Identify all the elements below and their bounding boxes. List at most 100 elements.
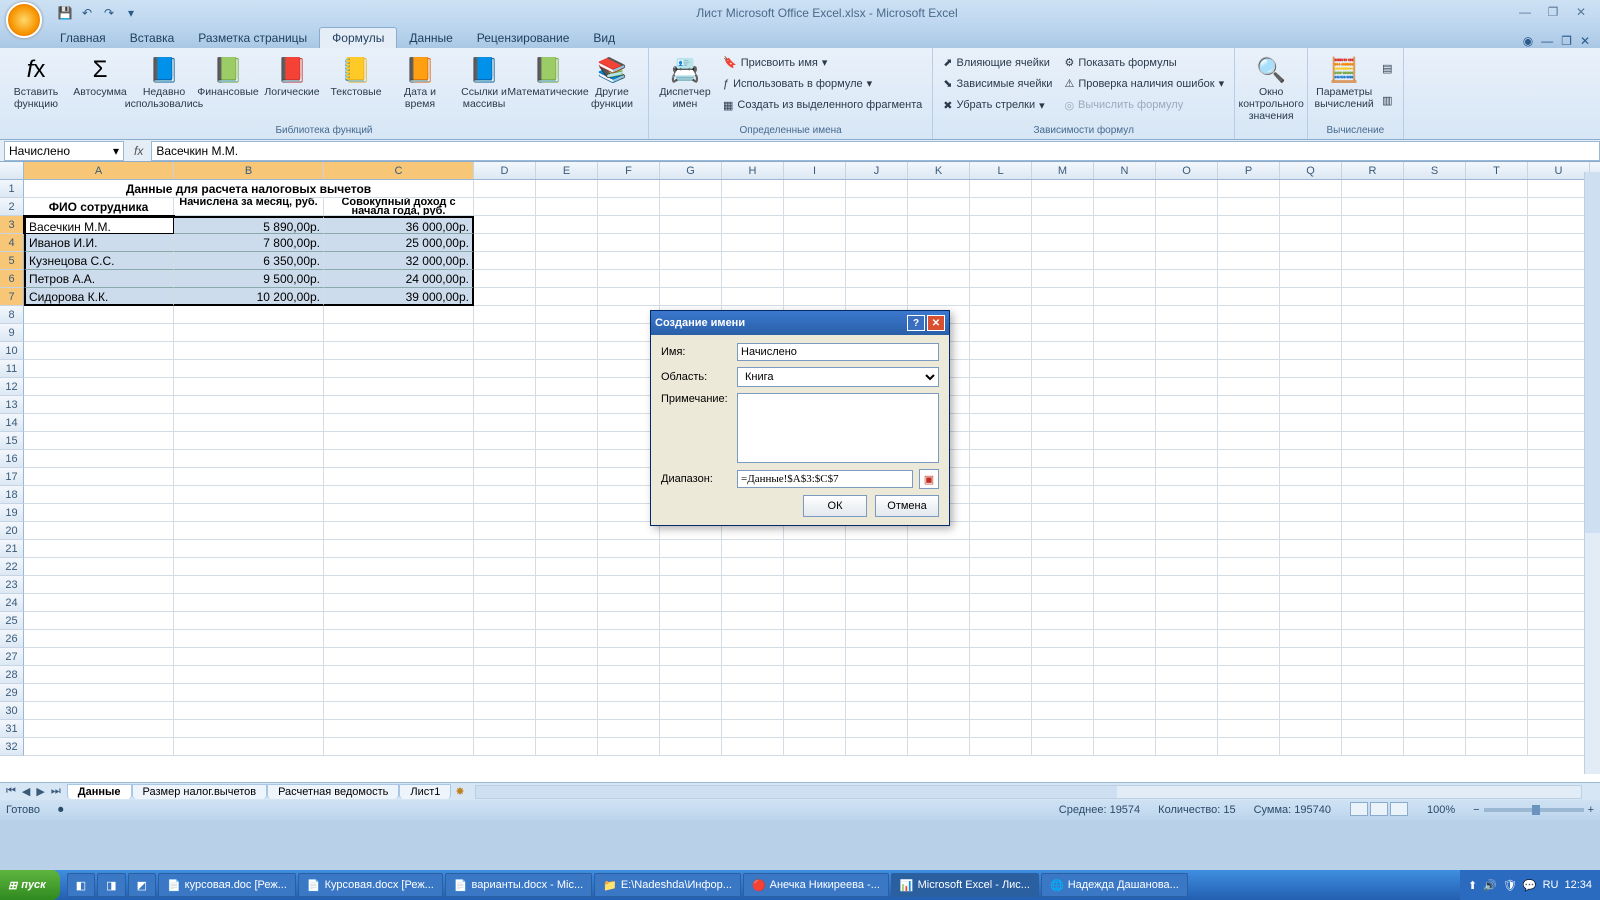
- cell[interactable]: [1404, 504, 1466, 522]
- cell[interactable]: [1218, 432, 1280, 450]
- cell[interactable]: [1218, 396, 1280, 414]
- row-header[interactable]: 5: [0, 252, 24, 270]
- cell[interactable]: [24, 630, 174, 648]
- cell[interactable]: [536, 540, 598, 558]
- cell[interactable]: [660, 252, 722, 270]
- cell[interactable]: [970, 684, 1032, 702]
- row-header[interactable]: 25: [0, 612, 24, 630]
- sheet-prev-icon[interactable]: ◀: [20, 785, 32, 798]
- cell[interactable]: [1528, 576, 1590, 594]
- calc-sheet-button[interactable]: ▥: [1378, 93, 1396, 108]
- cell[interactable]: [1032, 198, 1094, 216]
- cell[interactable]: [1466, 684, 1528, 702]
- cell[interactable]: [1218, 234, 1280, 252]
- cell[interactable]: [474, 342, 536, 360]
- row-header[interactable]: 13: [0, 396, 24, 414]
- cell[interactable]: [1032, 360, 1094, 378]
- comment-textarea[interactable]: [737, 393, 939, 463]
- cell[interactable]: [1466, 324, 1528, 342]
- cell[interactable]: [1156, 522, 1218, 540]
- cell[interactable]: [24, 576, 174, 594]
- cell[interactable]: [784, 216, 846, 234]
- cell[interactable]: [474, 234, 536, 252]
- cell[interactable]: [1342, 216, 1404, 234]
- cell[interactable]: [1156, 738, 1218, 756]
- cell[interactable]: [1156, 234, 1218, 252]
- taskbar-item[interactable]: 📄варианты.docx - Mic...: [445, 873, 592, 897]
- cell[interactable]: [722, 648, 784, 666]
- cell[interactable]: [1466, 252, 1528, 270]
- undo-icon[interactable]: ↶: [78, 4, 96, 22]
- tray-icon[interactable]: ⬆: [1468, 879, 1477, 892]
- taskbar-item[interactable]: 📁E:\Nadeshda\Инфор...: [594, 873, 741, 897]
- cell[interactable]: [1280, 630, 1342, 648]
- cell[interactable]: [970, 630, 1032, 648]
- cell[interactable]: [536, 612, 598, 630]
- cell[interactable]: [1466, 468, 1528, 486]
- cell[interactable]: [474, 360, 536, 378]
- column-header[interactable]: O: [1156, 162, 1218, 179]
- cell[interactable]: [598, 180, 660, 198]
- cell[interactable]: [784, 702, 846, 720]
- cell[interactable]: [1032, 288, 1094, 306]
- cell[interactable]: [784, 576, 846, 594]
- taskbar-item[interactable]: 📊Microsoft Excel - Лис...: [891, 873, 1039, 897]
- tray-icon[interactable]: 🔊: [1483, 879, 1497, 892]
- calc-now-button[interactable]: ▤: [1378, 61, 1396, 76]
- cell[interactable]: [1032, 486, 1094, 504]
- cell[interactable]: [1156, 216, 1218, 234]
- cell[interactable]: [722, 630, 784, 648]
- cell[interactable]: [598, 234, 660, 252]
- zoom-in-icon[interactable]: +: [1588, 804, 1594, 816]
- cell[interactable]: [1466, 270, 1528, 288]
- lookup-button[interactable]: 📘Ссылки и массивы: [454, 52, 514, 112]
- record-macro-icon[interactable]: ⏺: [58, 804, 64, 817]
- cell[interactable]: [722, 198, 784, 216]
- cell[interactable]: [970, 450, 1032, 468]
- horizontal-scrollbar[interactable]: [475, 785, 1582, 799]
- cell[interactable]: [1466, 648, 1528, 666]
- cell[interactable]: [784, 720, 846, 738]
- cell[interactable]: [1466, 288, 1528, 306]
- row-header[interactable]: 11: [0, 360, 24, 378]
- cell[interactable]: [846, 612, 908, 630]
- cell[interactable]: [598, 702, 660, 720]
- cell[interactable]: [174, 486, 324, 504]
- cell[interactable]: [536, 288, 598, 306]
- cell[interactable]: [660, 630, 722, 648]
- cell[interactable]: 25 000,00р.: [324, 234, 474, 252]
- cell[interactable]: [1094, 270, 1156, 288]
- cell[interactable]: [1280, 702, 1342, 720]
- cell[interactable]: [474, 288, 536, 306]
- cell[interactable]: [1094, 558, 1156, 576]
- cell[interactable]: [908, 594, 970, 612]
- column-header[interactable]: F: [598, 162, 660, 179]
- cell[interactable]: [474, 720, 536, 738]
- cell[interactable]: [908, 630, 970, 648]
- cell[interactable]: [1404, 270, 1466, 288]
- cell[interactable]: [1404, 522, 1466, 540]
- cell[interactable]: [24, 450, 174, 468]
- cell[interactable]: [1342, 288, 1404, 306]
- cell[interactable]: [846, 234, 908, 252]
- cell[interactable]: [784, 666, 846, 684]
- cell[interactable]: [1404, 342, 1466, 360]
- cell[interactable]: [1466, 558, 1528, 576]
- tab-data[interactable]: Данные: [397, 28, 464, 48]
- cell[interactable]: [1528, 540, 1590, 558]
- cell[interactable]: [1218, 702, 1280, 720]
- cell[interactable]: [324, 576, 474, 594]
- cell[interactable]: [1156, 270, 1218, 288]
- cell[interactable]: [660, 198, 722, 216]
- cell[interactable]: [1528, 612, 1590, 630]
- cell[interactable]: [324, 396, 474, 414]
- cell[interactable]: [174, 306, 324, 324]
- cell[interactable]: [474, 612, 536, 630]
- cell[interactable]: [970, 234, 1032, 252]
- cell[interactable]: [174, 360, 324, 378]
- cell[interactable]: [1156, 468, 1218, 486]
- tray-icon[interactable]: 💬: [1523, 879, 1537, 892]
- cell[interactable]: ФИО сотрудника: [24, 198, 174, 216]
- cell[interactable]: [1342, 522, 1404, 540]
- cell[interactable]: [1404, 738, 1466, 756]
